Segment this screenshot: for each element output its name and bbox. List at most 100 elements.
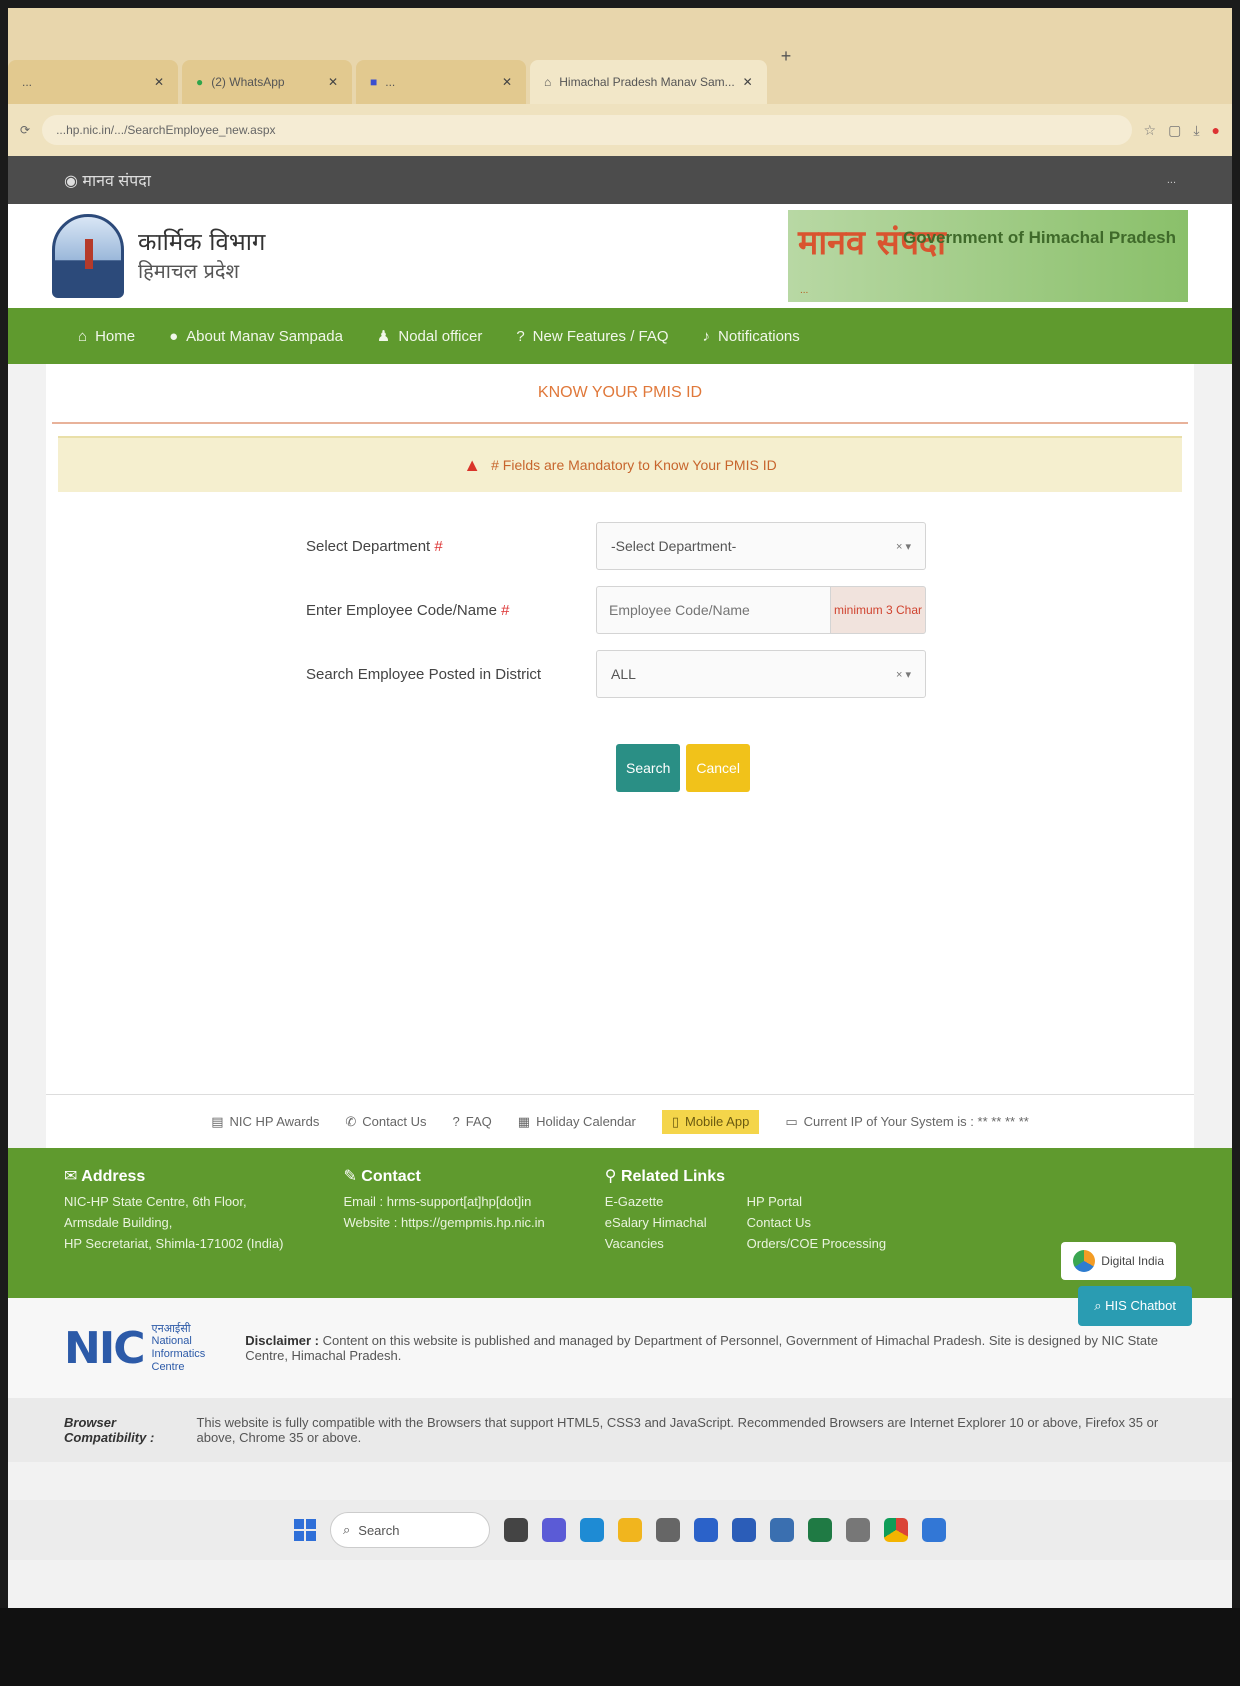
form-buttons: Search Cancel — [616, 744, 750, 792]
address-line: NIC-HP State Centre, 6th Floor, — [64, 1194, 247, 1209]
dept-subtitle: हिमाचल प्रदेश — [138, 258, 240, 283]
footer-contact: ✎ Contact Email : hrms-support[at]hp[dot… — [343, 1166, 544, 1280]
digital-india-text: Digital India — [1101, 1254, 1164, 1268]
browser-tab[interactable]: ■ ... ✕ — [356, 60, 526, 104]
star-icon[interactable]: ☆ — [1144, 122, 1157, 139]
edge-icon[interactable] — [580, 1518, 604, 1542]
calculator-icon[interactable] — [656, 1518, 680, 1542]
tab-label: Himachal Pradesh Manav Sam... — [559, 75, 735, 89]
related-link[interactable]: eSalary Himachal — [605, 1215, 707, 1230]
windows-taskbar: ⌕ Search — [8, 1500, 1232, 1560]
close-icon[interactable]: ✕ — [502, 75, 512, 89]
chat-icon: ✎ — [343, 1168, 362, 1185]
nav-nodal-officer[interactable]: ♟ Nodal officer — [376, 327, 482, 346]
hp-emblem-icon — [52, 214, 124, 298]
download-icon[interactable]: ⤓ — [1193, 122, 1199, 139]
site-topbar: ◉ मानव संपदा ... — [8, 156, 1232, 204]
search-button[interactable]: Search — [616, 744, 681, 792]
nav-label: Home — [95, 327, 136, 345]
close-icon[interactable]: ✕ — [743, 75, 753, 89]
nav-home[interactable]: ⌂ Home — [78, 328, 135, 345]
cancel-button[interactable]: Cancel — [686, 744, 750, 792]
footer-related-links: ⚲ Related Links E-Gazette eSalary Himach… — [605, 1166, 886, 1280]
related-link[interactable]: Orders/COE Processing — [747, 1236, 886, 1251]
windows-start-icon[interactable] — [294, 1519, 316, 1541]
related-link[interactable]: HP Portal — [747, 1194, 886, 1209]
calendar-app-icon[interactable] — [770, 1518, 794, 1542]
department-select[interactable]: -Select Department- × ▾ — [596, 522, 926, 570]
user-icon: ♟ — [376, 328, 391, 345]
settings-icon[interactable] — [846, 1518, 870, 1542]
employee-code-input[interactable] — [596, 586, 830, 634]
related-link[interactable]: E-Gazette — [605, 1194, 707, 1209]
employee-row: Enter Employee Code/Name # minimum 3 Cha… — [306, 578, 986, 642]
link-label: NIC HP Awards — [229, 1114, 320, 1129]
close-icon[interactable]: ✕ — [154, 75, 164, 89]
contact-email[interactable]: Email : hrms-support[at]hp[dot]in — [343, 1194, 544, 1209]
nav-label: New Features / FAQ — [532, 327, 669, 345]
browser-tabbar: ... ✕ ● (2) WhatsApp ✕ ■ ... ✕ ⌂ Himacha… — [8, 8, 1232, 104]
app-icon[interactable] — [922, 1518, 946, 1542]
alert-text: # Fields are Mandatory to Know Your PMIS… — [491, 457, 777, 473]
nav-about[interactable]: ● About Manav Sampada — [169, 328, 343, 345]
district-label: Search Employee Posted in District — [306, 665, 542, 683]
min-char-hint: minimum 3 Char — [830, 586, 926, 634]
close-icon[interactable]: ✕ — [328, 75, 338, 89]
department-label-text: Select Department — [306, 537, 431, 555]
chevron-down-icon[interactable]: × ▾ — [896, 668, 911, 681]
banner-government: Government of Himachal Pradesh — [902, 228, 1176, 247]
contact-website[interactable]: Website : https://gempmis.hp.nic.in — [343, 1215, 544, 1230]
browser-tab[interactable]: ... ✕ — [8, 60, 178, 104]
excel-icon[interactable] — [808, 1518, 832, 1542]
browser-toolbar: ☆ ▢ ⤓ ● — [1144, 122, 1220, 139]
related-link[interactable]: Contact Us — [747, 1215, 886, 1230]
department-row: Select Department # -Select Department- … — [306, 514, 986, 578]
link-nic-awards[interactable]: ▤ NIC HP Awards — [211, 1114, 319, 1130]
footer-address: ✉ Address NIC-HP State Centre, 6th Floor… — [64, 1166, 283, 1280]
district-select[interactable]: ALL × ▾ — [596, 650, 926, 698]
banner-tagline: ... — [800, 285, 809, 296]
link-holiday-calendar[interactable]: ▦ Holiday Calendar — [518, 1114, 636, 1130]
ip-label: Current IP of Your System is : ** ** ** … — [803, 1114, 1029, 1129]
chevron-down-icon[interactable]: × ▾ — [896, 540, 911, 553]
nic-logo[interactable]: NIC एनआईसी National Informatics Centre — [64, 1323, 205, 1374]
compat-label: Browser Compatibility : — [64, 1415, 155, 1445]
task-view-icon[interactable] — [504, 1518, 528, 1542]
file-explorer-icon[interactable] — [618, 1518, 642, 1542]
chrome-icon[interactable] — [884, 1518, 908, 1542]
link-contact-us[interactable]: ✆ Contact Us — [345, 1114, 426, 1130]
compat-text: This website is fully compatible with th… — [196, 1415, 1159, 1445]
manav-sampada-banner: मानव संपदा Government of Himachal Prades… — [788, 210, 1188, 302]
disclaimer-row: NIC एनआईसी National Informatics Centre D… — [8, 1286, 1232, 1398]
new-tab-button[interactable]: + — [771, 46, 802, 67]
disclaimer: Disclaimer : Content on this website is … — [245, 1333, 1176, 1363]
word-icon[interactable] — [732, 1518, 756, 1542]
browser-tab-active[interactable]: ⌂ Himachal Pradesh Manav Sam... ✕ — [530, 60, 767, 104]
district-selected-value: ALL — [611, 666, 636, 682]
department-logo[interactable]: कार्मिक विभाग हिमाचल प्रदेश — [52, 214, 265, 298]
taskbar-search[interactable]: ⌕ Search — [330, 1512, 490, 1548]
store-icon[interactable] — [694, 1518, 718, 1542]
chatbot-button[interactable]: ⌕ HIS Chatbot — [1078, 1286, 1192, 1326]
question-icon: ? — [452, 1114, 460, 1129]
employee-label-text: Enter Employee Code/Name — [306, 601, 497, 619]
url-field[interactable]: ...hp.nic.in/.../SearchEmployee_new.aspx — [42, 115, 1132, 145]
nav-faq[interactable]: ? New Features / FAQ — [516, 328, 668, 345]
browser-tab-whatsapp[interactable]: ● (2) WhatsApp ✕ — [182, 60, 352, 104]
nav-notifications[interactable]: ♪ Notifications — [703, 328, 800, 345]
profile-icon[interactable]: ● — [1212, 122, 1220, 139]
current-ip: ▭ Current IP of Your System is : ** ** *… — [785, 1114, 1029, 1130]
related-link[interactable]: Vacancies — [605, 1236, 707, 1251]
digital-india-logo[interactable]: Digital India — [1061, 1242, 1176, 1280]
dept-title: कार्मिक विभाग — [138, 228, 266, 257]
link-faq[interactable]: ? FAQ — [453, 1114, 492, 1129]
employee-label: Enter Employee Code/Name # — [306, 602, 596, 619]
address-line: Armsdale Building, — [64, 1215, 173, 1230]
link-label: Contact Us — [362, 1114, 427, 1129]
chatbot-label: HIS Chatbot — [1105, 1298, 1176, 1313]
department-selected-value: -Select Department- — [611, 538, 737, 554]
chat-app-icon[interactable] — [542, 1518, 566, 1542]
reload-icon[interactable]: ⟳ — [20, 123, 30, 137]
link-mobile-app[interactable]: ▯ Mobile App — [661, 1109, 760, 1134]
extensions-icon[interactable]: ▢ — [1168, 122, 1181, 139]
